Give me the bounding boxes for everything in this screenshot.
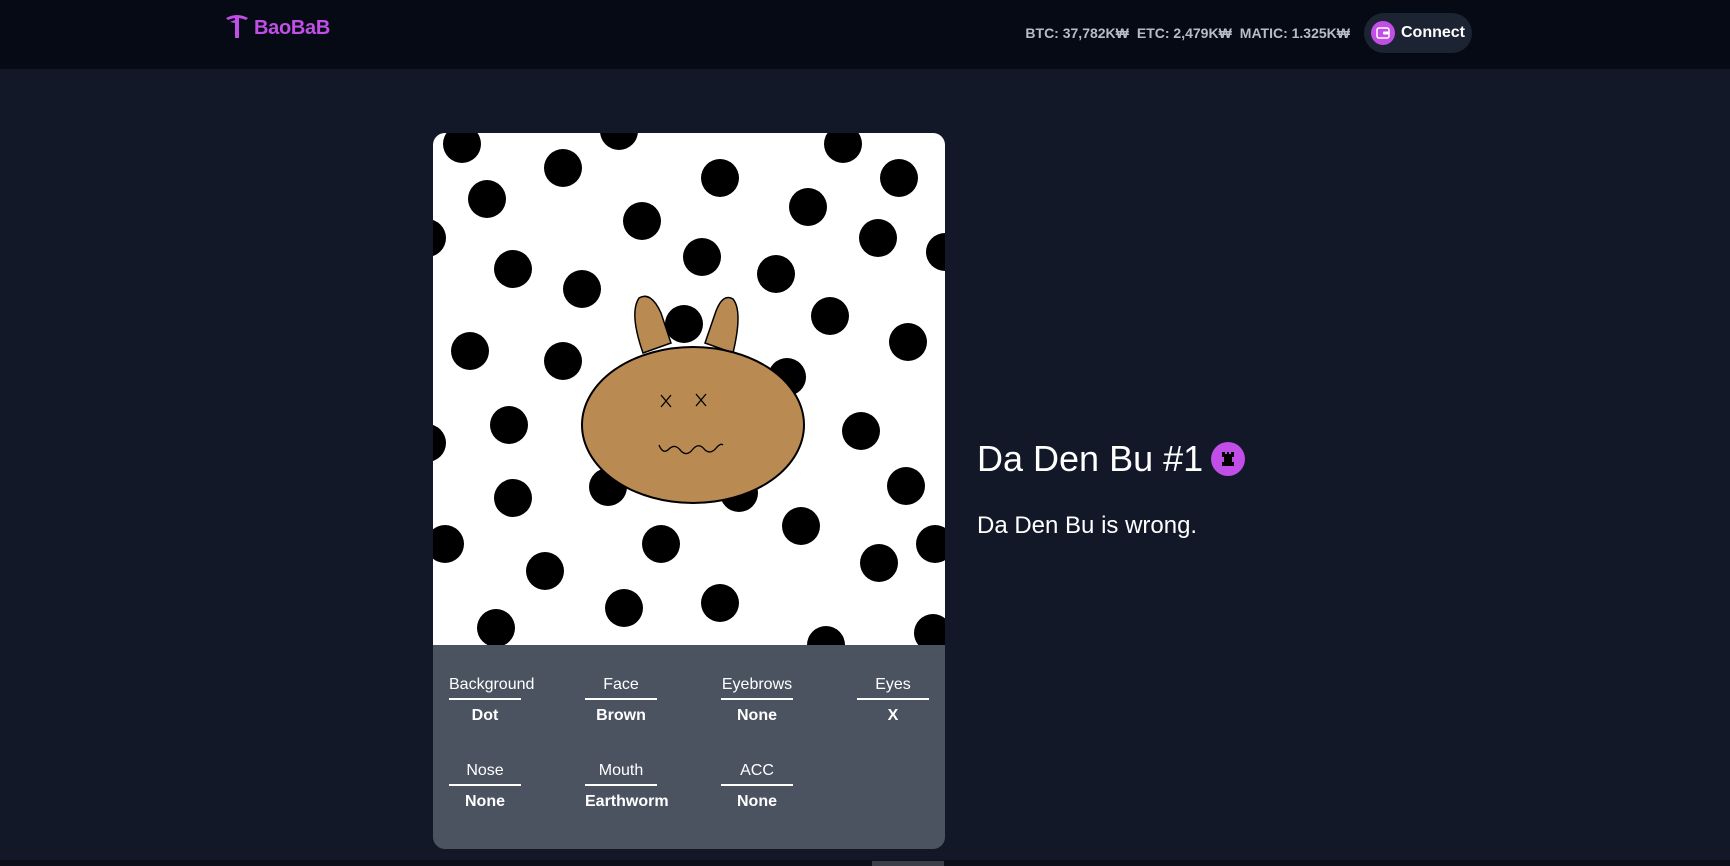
trait-value: None <box>737 793 777 810</box>
trait-value: None <box>737 707 777 724</box>
trait-acc: ACC None <box>721 761 793 811</box>
trait-face: Face Brown <box>585 675 657 725</box>
trait-panel: Background Dot Face Brown Eyebrows None … <box>433 645 945 849</box>
price-ticker: BTC: 37,782K₩ ETC: 2,479K₩ MATIC: 1.325K… <box>1025 25 1350 41</box>
connect-label: Connect <box>1401 24 1465 41</box>
trait-value: Brown <box>596 707 646 724</box>
trait-eyebrows: Eyebrows None <box>721 675 793 725</box>
nft-card: Background Dot Face Brown Eyebrows None … <box>433 133 945 849</box>
trait-name: Background <box>449 675 534 700</box>
trait-value: None <box>465 793 505 810</box>
trait-value: X <box>887 707 899 724</box>
nft-image <box>433 133 945 664</box>
trait-name: Eyes <box>857 675 929 700</box>
trait-nose: Nose None <box>449 761 521 811</box>
nft-title-row: Da Den Bu #1 <box>977 438 1246 480</box>
rook-badge-icon <box>1211 442 1246 476</box>
etc-price: ETC: 2,479K₩ <box>1136 25 1232 41</box>
trait-value: Dot <box>471 707 499 724</box>
brand-name: BaoBaB <box>254 17 330 39</box>
horizontal-scrollbar[interactable] <box>0 860 1730 866</box>
top-navbar: BaoBaB BTC: 37,782K₩ ETC: 2,479K₩ MATIC:… <box>0 0 1730 69</box>
nft-description: Da Den Bu is wrong. <box>977 512 1198 539</box>
baobab-tree-logo-icon <box>224 12 250 45</box>
connect-wallet-button[interactable]: Connect <box>1364 13 1472 53</box>
trait-name: Nose <box>449 761 521 786</box>
trait-name: Face <box>585 675 657 700</box>
scrollbar-thumb[interactable] <box>872 861 944 866</box>
matic-price: MATIC: 1.325K₩ <box>1239 25 1350 41</box>
wallet-icon <box>1371 21 1395 45</box>
brand-logo[interactable]: BaoBaB <box>224 12 330 45</box>
trait-mouth: Mouth Earthworm <box>585 761 669 811</box>
btc-price: BTC: 37,782K₩ <box>1025 25 1129 41</box>
trait-eyes: Eyes X <box>857 675 929 725</box>
trait-name: Mouth <box>585 761 657 786</box>
trait-name: ACC <box>721 761 793 786</box>
trait-background: Background Dot <box>449 675 534 725</box>
nft-title: Da Den Bu #1 <box>977 438 1204 479</box>
trait-name: Eyebrows <box>721 675 793 700</box>
trait-value: Earthworm <box>585 793 669 810</box>
